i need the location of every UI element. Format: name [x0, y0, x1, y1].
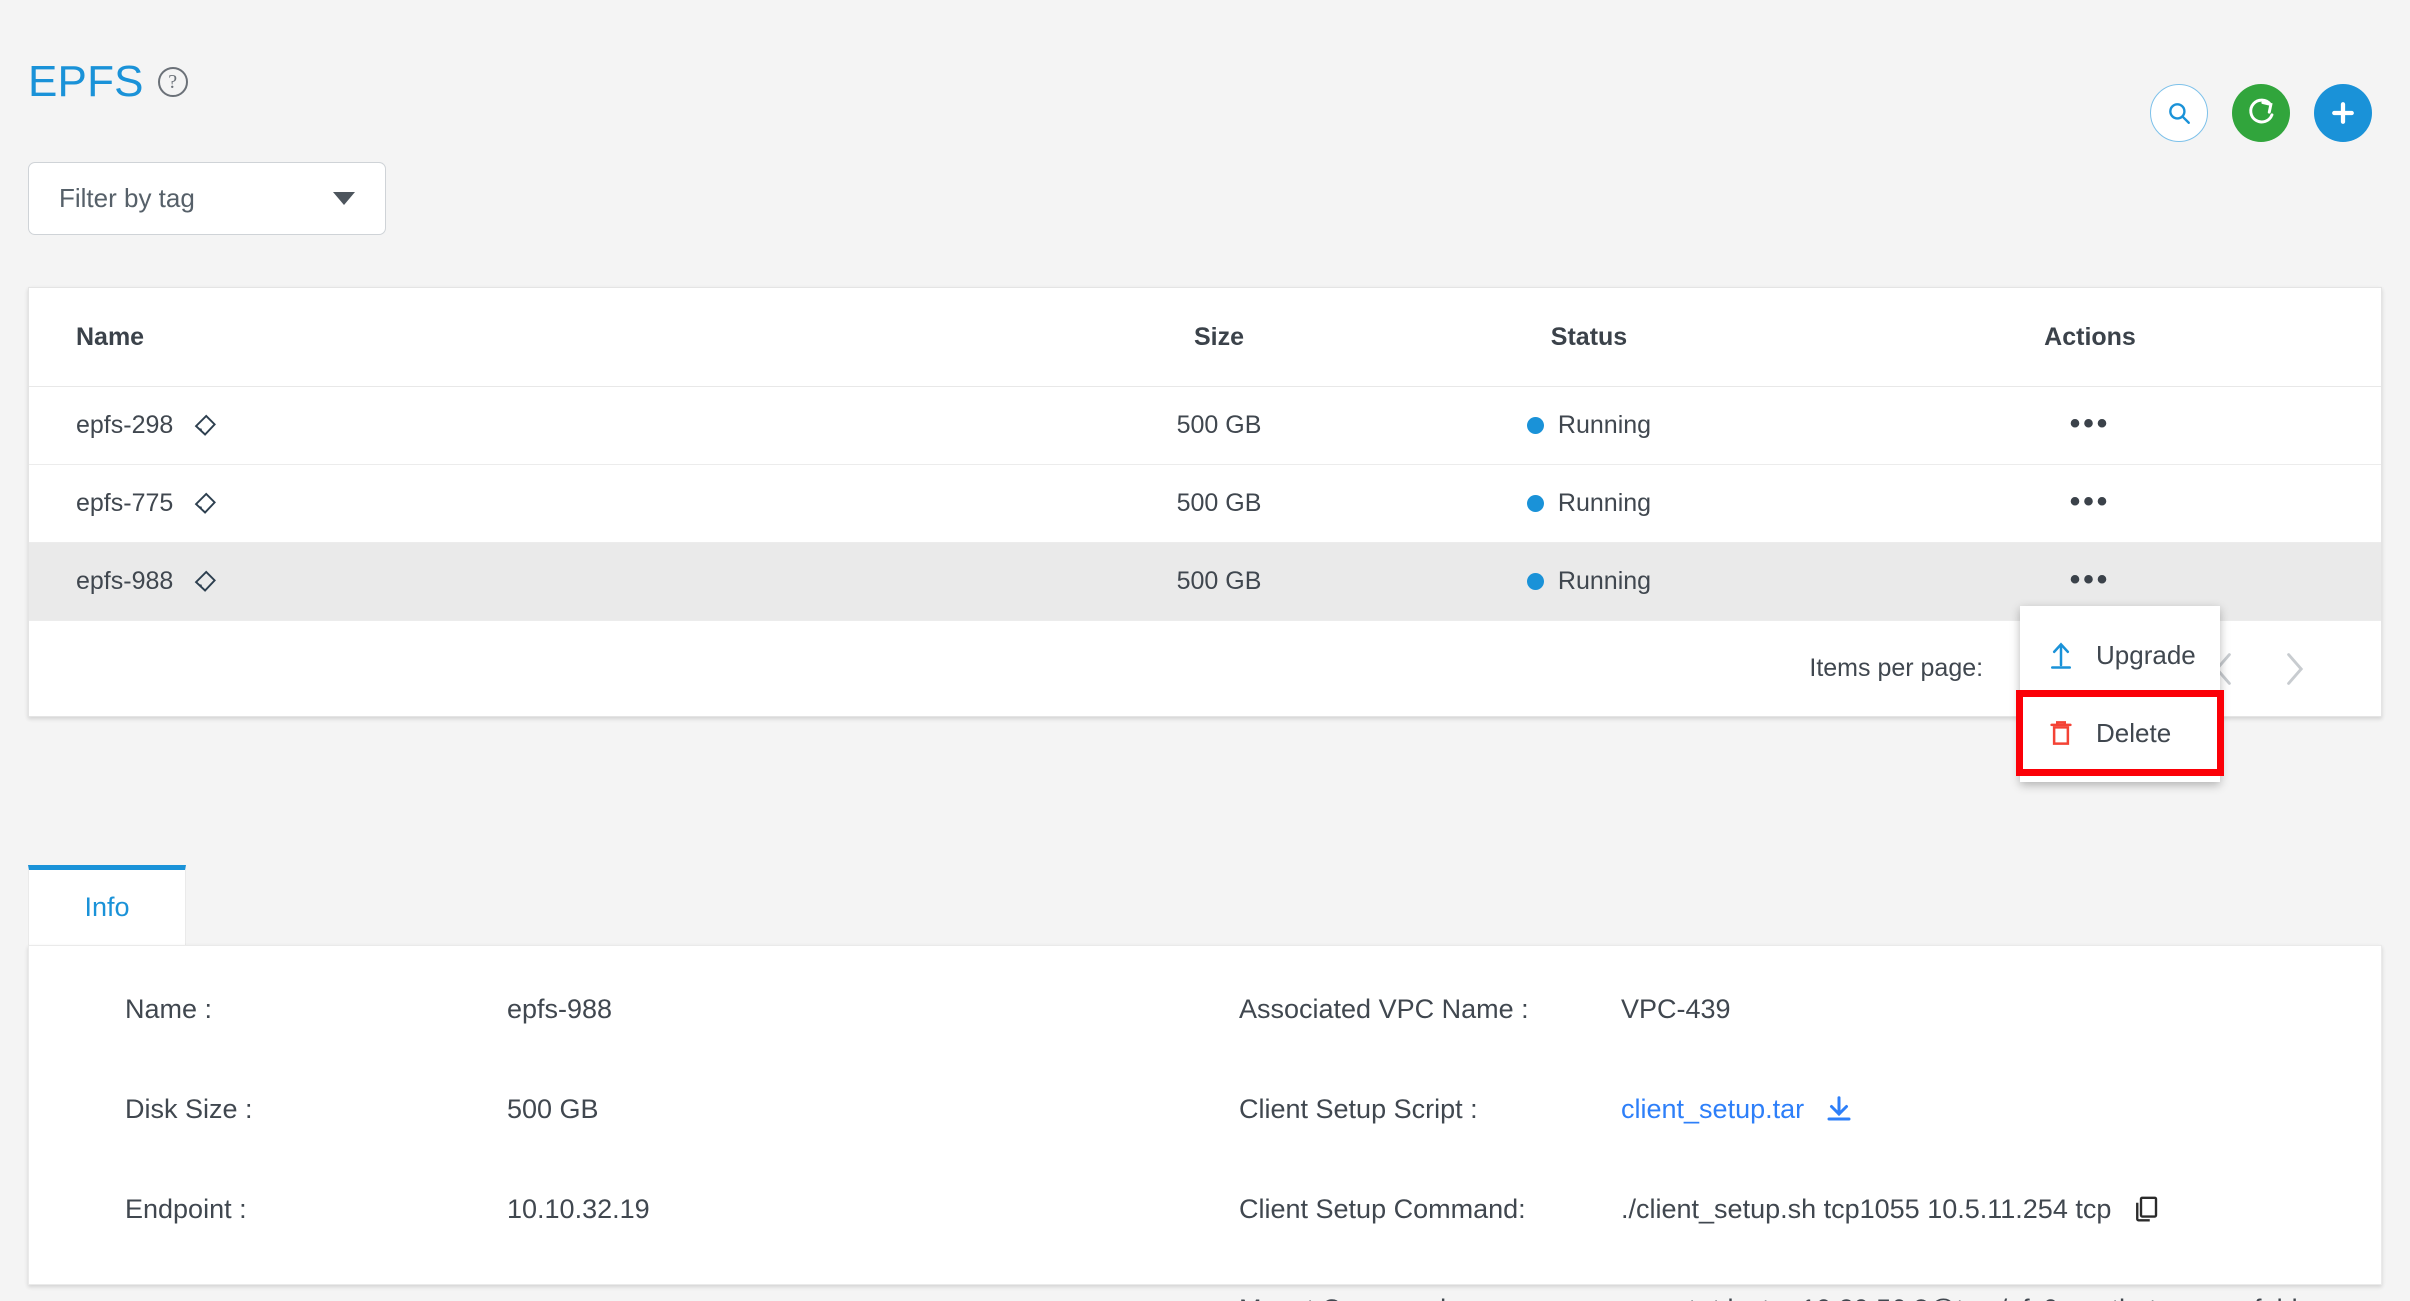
add-button[interactable]: [2314, 84, 2372, 142]
table-row[interactable]: epfs-775 500 GB Running •••: [29, 465, 2381, 543]
cell-status: Running: [1379, 411, 1799, 440]
cell-actions: •••: [1799, 487, 2381, 518]
detail-value: ./client_setup.sh tcp1055 10.5.11.254 tc…: [1621, 1194, 2161, 1225]
row-name-text: epfs-988: [76, 567, 174, 595]
refresh-button[interactable]: [2232, 84, 2290, 142]
next-page-button[interactable]: [2267, 642, 2321, 696]
cell-name: epfs-298: [29, 411, 1059, 440]
menu-item-label: Delete: [2096, 717, 2172, 748]
detail-value: mount -t lustre 10.20.56.8@tcp:/pfs0 <pa…: [1621, 1294, 2359, 1301]
cell-name: epfs-775: [29, 489, 1059, 518]
copy-icon[interactable]: [2131, 1194, 2161, 1224]
tabstrip: Info: [28, 865, 2382, 945]
tag-icon[interactable]: [191, 490, 218, 517]
search-icon: [2169, 103, 2190, 124]
add-icon: [2332, 102, 2354, 124]
filter-by-tag-label: Filter by tag: [59, 183, 195, 213]
status-text: Running: [1557, 411, 1652, 439]
page-header: EPFS ?: [0, 0, 2410, 150]
cell-actions: •••: [1799, 409, 2381, 440]
detail-row-mount-command: Mount Command : mount -t lustre 10.20.56…: [1239, 1294, 2359, 1301]
cell-status: Running: [1379, 567, 1799, 596]
client-setup-script-link[interactable]: client_setup.tar: [1621, 1094, 1804, 1125]
cell-actions: •••: [1799, 565, 2381, 596]
cell-size: 500 GB: [1176, 567, 1262, 595]
detail-grid: Name : epfs-988 Disk Size : 500 GB Endpo…: [29, 946, 2381, 1301]
row-actions-menu-button[interactable]: •••: [2070, 409, 2111, 439]
cell-size: 500 GB: [1176, 489, 1262, 517]
detail-label: Name :: [125, 994, 213, 1024]
epfs-page: EPFS ? Filter by tag Name Size Status Ac…: [0, 0, 2410, 1301]
column-header-name[interactable]: Name: [29, 323, 1059, 352]
refresh-icon: [2249, 98, 2274, 124]
status-dot-icon: [1526, 573, 1544, 590]
detail-value: 500 GB: [507, 1094, 599, 1124]
tab-info[interactable]: Info: [28, 865, 186, 945]
title-wrap: EPFS ?: [28, 60, 188, 104]
detail-label: Client Setup Script :: [1239, 1094, 1478, 1124]
client-setup-command-text: ./client_setup.sh tcp1055 10.5.11.254 tc…: [1621, 1194, 2112, 1224]
detail-row-endpoint: Endpoint : 10.10.32.19: [125, 1194, 1225, 1234]
status-dot-icon: [1526, 417, 1544, 434]
detail-value: VPC-439: [1621, 994, 1731, 1024]
row-name-text: epfs-775: [76, 489, 174, 517]
menu-item-upgrade[interactable]: Upgrade: [2020, 616, 2220, 694]
detail-column-right: Associated VPC Name : VPC-439 Client Set…: [1239, 994, 2359, 1301]
chevron-right-icon: [2287, 652, 2304, 685]
detail-value: client_setup.tar: [1621, 1094, 1854, 1125]
header-actions: [2150, 84, 2372, 142]
column-header-status[interactable]: Status: [1379, 323, 1799, 352]
items-per-page-label: Items per page:: [1809, 654, 1984, 682]
detail-row-client-setup-script: Client Setup Script : client_setup.tar: [1239, 1094, 2359, 1134]
row-name-text: epfs-298: [76, 411, 174, 439]
table-header-row: Name Size Status Actions: [29, 288, 2381, 387]
download-icon[interactable]: [1824, 1094, 1854, 1124]
tab-label: Info: [84, 892, 130, 922]
tag-icon[interactable]: [191, 412, 218, 439]
column-header-size[interactable]: Size: [1059, 323, 1379, 352]
detail-label: Endpoint :: [125, 1194, 247, 1224]
help-circle-icon[interactable]: ?: [157, 67, 188, 97]
row-actions-menu-button[interactable]: •••: [2070, 565, 2111, 595]
search-button[interactable]: [2150, 84, 2208, 142]
mount-command-text: mount -t lustre 10.20.56.8@tcp:/pfs0 <pa…: [1621, 1294, 2337, 1301]
status-text: Running: [1557, 489, 1652, 517]
detail-label: Client Setup Command:: [1239, 1194, 1526, 1224]
column-header-actions[interactable]: Actions: [1799, 323, 2381, 352]
cell-status: Running: [1379, 489, 1799, 518]
status-text: Running: [1557, 567, 1652, 595]
menu-item-label: Upgrade: [2096, 639, 2196, 670]
detail-label: Disk Size :: [125, 1094, 253, 1124]
row-actions-dropdown: Upgrade Delete: [2016, 606, 2224, 782]
chevron-down-icon: [333, 192, 355, 205]
tag-icon[interactable]: [191, 568, 218, 595]
row-actions-menu-button[interactable]: •••: [2070, 487, 2111, 517]
table-row[interactable]: epfs-298 500 GB Running •••: [29, 387, 2381, 465]
filter-by-tag-select[interactable]: Filter by tag: [28, 162, 386, 235]
detail-row-name: Name : epfs-988: [125, 994, 1225, 1034]
info-detail-panel: Name : epfs-988 Disk Size : 500 GB Endpo…: [28, 945, 2382, 1301]
detail-row-vpc-name: Associated VPC Name : VPC-439: [1239, 994, 2359, 1034]
detail-row-disk-size: Disk Size : 500 GB: [125, 1094, 1225, 1134]
menu-item-delete[interactable]: Delete: [2016, 690, 2224, 776]
detail-label: Associated VPC Name :: [1239, 994, 1529, 1024]
detail-row-client-setup-command: Client Setup Command: ./client_setup.sh …: [1239, 1194, 2359, 1234]
detail-column-left: Name : epfs-988 Disk Size : 500 GB Endpo…: [125, 994, 1225, 1294]
cell-size: 500 GB: [1176, 411, 1262, 439]
detail-label: Mount Command :: [1239, 1294, 1621, 1301]
detail-value: 10.10.32.19: [507, 1194, 650, 1224]
detail-value: epfs-988: [507, 994, 613, 1024]
cell-name: epfs-988: [29, 567, 1059, 596]
trash-icon: [2050, 721, 2072, 745]
upload-arrow-icon: [2051, 642, 2071, 669]
page-title: EPFS: [28, 57, 144, 106]
status-dot-icon: [1526, 495, 1544, 512]
